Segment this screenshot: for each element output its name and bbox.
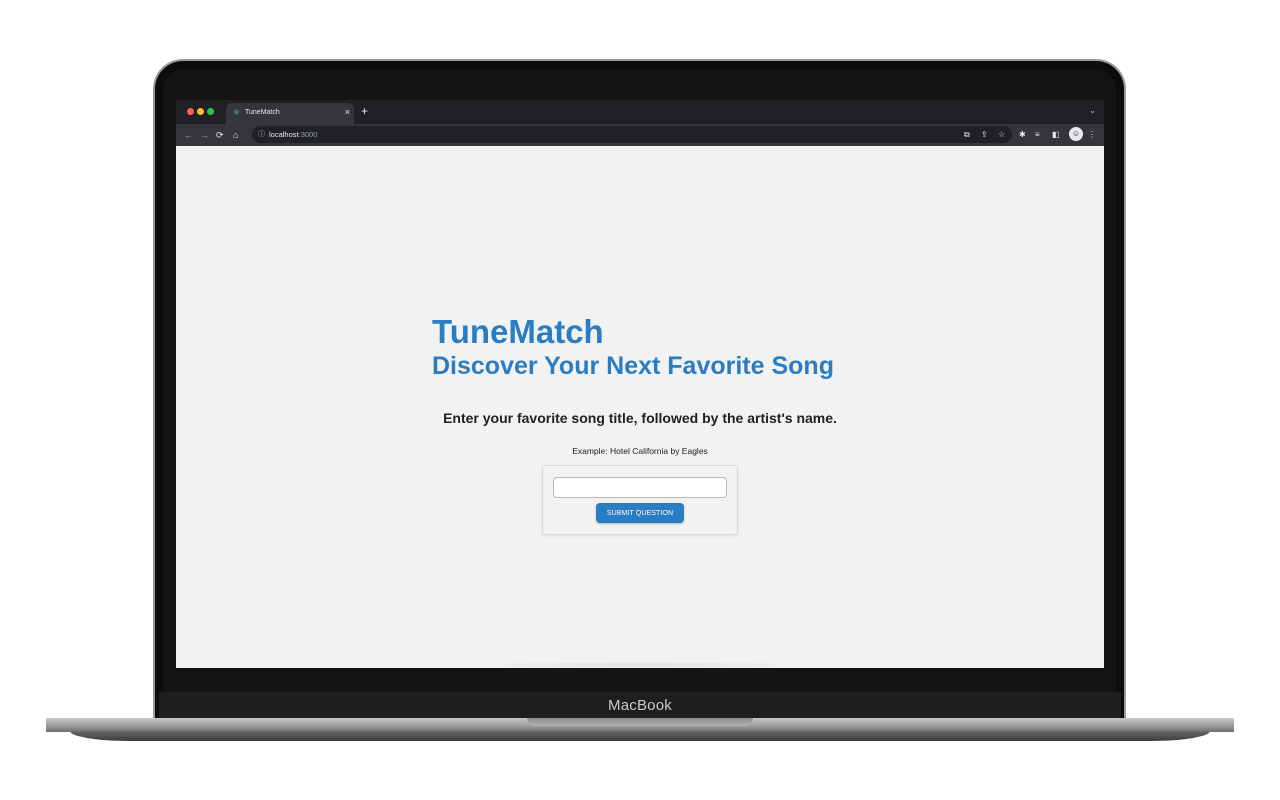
browser-toolbar: ← → ⟳ ⌂ ⓘ localhost:3000 ⧉ ⇪ ☆ ✱ ≡ ◧ ⋮ [176, 124, 1104, 146]
device-brand-label: MacBook [608, 697, 672, 714]
address-bar[interactable]: ⓘ localhost:3000 [252, 126, 1012, 143]
star-icon[interactable]: ☆ [998, 128, 1005, 142]
minimize-window-button[interactable] [197, 108, 204, 115]
new-tab-button[interactable]: + [361, 104, 368, 118]
laptop-opening-notch [527, 718, 753, 726]
song-input[interactable] [553, 477, 727, 498]
close-window-button[interactable] [187, 108, 194, 115]
screen-reflection [510, 662, 770, 668]
submit-question-button[interactable]: SUBMIT QUESTION [596, 503, 684, 523]
url-host: localhost [269, 130, 299, 139]
browser-window: ⚛ TuneMatch × + ⌄ ← → ⟳ ⌂ ⓘ localhost:30… [176, 100, 1104, 668]
more-menu-icon[interactable]: ⋮ [1088, 128, 1096, 142]
url-port: :3000 [298, 130, 318, 139]
open-in-icon[interactable]: ⧉ [964, 128, 970, 142]
profile-avatar-icon[interactable]: ☺ [1069, 127, 1083, 141]
page-title: TuneMatch [432, 313, 604, 350]
reading-list-icon[interactable]: ≡ [1035, 128, 1040, 142]
example-text: Example: Hotel California by Eagles [572, 446, 708, 456]
home-icon[interactable]: ⌂ [233, 128, 238, 142]
url-text: localhost:3000 [269, 128, 317, 141]
share-icon[interactable]: ⇪ [981, 128, 988, 142]
maximize-window-button[interactable] [207, 108, 214, 115]
tab-tunematch[interactable]: ⚛ TuneMatch × [226, 103, 354, 124]
page-subtitle: Discover Your Next Favorite Song [432, 352, 834, 380]
side-panel-icon[interactable]: ◧ [1052, 128, 1060, 142]
song-form-card: SUBMIT QUESTION [542, 465, 738, 535]
site-info-icon[interactable]: ⓘ [258, 128, 265, 141]
tab-bar: ⚛ TuneMatch × + ⌄ [176, 100, 1104, 124]
close-tab-icon[interactable]: × [345, 106, 350, 118]
react-atom-icon: ⚛ [233, 108, 241, 117]
laptop-base-bottom [70, 731, 1210, 741]
instruction-text: Enter your favorite song title, followed… [443, 410, 837, 426]
back-arrow-icon[interactable]: ← [184, 128, 193, 142]
extensions-icon[interactable]: ✱ [1019, 128, 1026, 142]
tab-search-chevron-icon[interactable]: ⌄ [1089, 105, 1096, 117]
forward-arrow-icon[interactable]: → [200, 128, 209, 142]
reload-icon[interactable]: ⟳ [216, 128, 224, 142]
app-page: TuneMatch Discover Your Next Favorite So… [176, 146, 1104, 668]
tab-title: TuneMatch [245, 109, 280, 116]
